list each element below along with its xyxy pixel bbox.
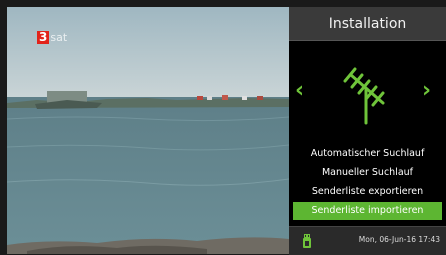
channel-logo-number: 3: [37, 30, 50, 44]
antenna-icon: [343, 67, 385, 125]
panel-header: Installation: [289, 7, 446, 41]
menu-item-senderliste-exportieren[interactable]: Senderliste exportieren: [293, 183, 442, 201]
installation-menu: Automatischer Suchlauf Manueller Suchlau…: [289, 145, 446, 221]
panel-footer: Mon, 06-Jun-16 17:43: [289, 226, 446, 255]
menu-item-manueller-suchlauf[interactable]: Manueller Suchlauf: [293, 164, 442, 182]
tv-video-preview: 3 sat: [7, 7, 289, 254]
next-arrow-icon[interactable]: ›: [422, 78, 431, 104]
installation-panel: Installation ‹ › Automatischer Suchlauf …: [289, 7, 446, 255]
prev-arrow-icon[interactable]: ‹: [295, 78, 304, 104]
menu-item-senderliste-importieren[interactable]: Senderliste importieren: [293, 202, 442, 220]
usb-icon: [303, 234, 311, 248]
channel-logo: 3 sat: [37, 31, 67, 44]
coast-scene: [7, 7, 289, 254]
channel-logo-text: sat: [50, 31, 68, 44]
panel-title: Installation: [328, 15, 407, 32]
menu-item-automatischer-suchlauf[interactable]: Automatischer Suchlauf: [293, 145, 442, 163]
date-time: Mon, 06-Jun-16 17:43: [358, 235, 440, 244]
